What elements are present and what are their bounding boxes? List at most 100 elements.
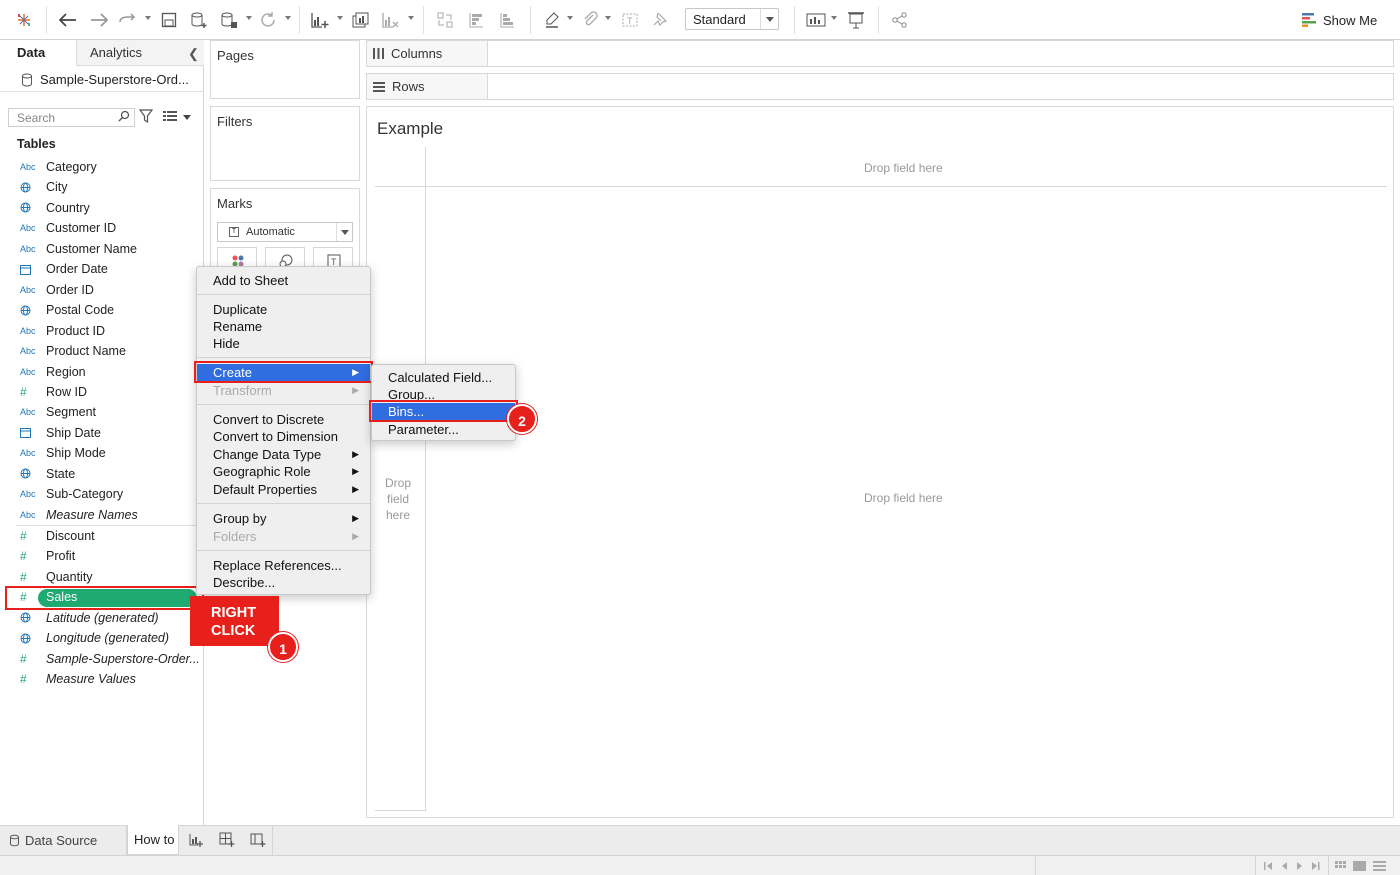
submenu-item-parameter[interactable]: Parameter... [372,421,515,438]
field-row-id[interactable]: # Row ID [0,382,203,402]
toolbar-separator [878,6,879,34]
chevron-down-icon[interactable] [408,16,414,20]
show-mark-labels-icon[interactable]: T [619,8,641,32]
tab-data[interactable]: Data [0,40,76,66]
field-discount[interactable]: # Discount [0,526,203,546]
chevron-down-icon[interactable] [246,16,252,20]
submenu-item-calculated-field[interactable]: Calculated Field... [372,369,515,386]
field-measure-names[interactable]: Abc Measure Names [0,505,203,525]
chevron-down-icon[interactable] [145,16,151,20]
drop-zone-columns[interactable]: Drop field here [864,161,943,175]
field-postal-code[interactable]: Postal Code [0,300,203,320]
field-city[interactable]: City [0,177,203,197]
sheet-title[interactable]: Example [377,119,443,139]
chevron-down-icon[interactable] [605,16,611,20]
filter-icon[interactable] [139,109,153,123]
mark-type-select[interactable]: T Automatic [217,222,353,242]
data-source-menu-icon[interactable] [218,8,240,32]
chevron-down-icon[interactable] [337,16,343,20]
field-product-name[interactable]: Abc Product Name [0,341,203,361]
tab-analytics[interactable]: Analytics [76,40,204,66]
field-product-id[interactable]: Abc Product ID [0,321,203,341]
menu-item-convert-to-discrete[interactable]: Convert to Discrete [197,411,370,428]
drop-zone-center[interactable]: Drop field here [864,491,943,505]
menu-item-replace-references[interactable]: Replace References... [197,557,370,574]
drop-zone-rows[interactable]: Drop field here [381,475,415,523]
menu-item-hide[interactable]: Hide [197,335,370,352]
duplicate-sheet-icon[interactable] [350,8,372,32]
field-latitude-generated[interactable]: Latitude (generated) [0,608,203,628]
undo-icon[interactable] [57,8,79,32]
field-longitude-generated[interactable]: Longitude (generated) [0,628,203,648]
sort-ascending-icon[interactable] [465,8,487,32]
field-state[interactable]: State [0,464,203,484]
field-profit[interactable]: # Profit [0,546,203,566]
show-cards-icon[interactable] [805,8,827,32]
tableau-logo-icon[interactable] [14,8,34,32]
menu-item-describe[interactable]: Describe... [197,574,370,591]
collapse-pane-icon[interactable]: ❮ [188,46,199,62]
search-input[interactable]: Search [8,108,135,127]
menu-item-change-data-type[interactable]: Change Data Type ▶ [197,446,370,463]
presentation-mode-icon[interactable] [845,8,867,32]
show-me-button[interactable]: Show Me [1302,11,1377,29]
menu-item-geographic-role[interactable]: Geographic Role ▶ [197,463,370,480]
field-customer-name[interactable]: Abc Customer Name [0,239,203,259]
worksheet-canvas[interactable]: Example Drop field here Drop field here … [366,106,1394,818]
pause-updates-icon[interactable] [117,8,139,32]
fit-select[interactable]: Standard [685,8,779,30]
new-story-icon[interactable] [250,832,266,848]
chevron-down-icon[interactable] [831,16,837,20]
datasource-row[interactable]: Sample-Superstore-Ord... [0,68,203,92]
field-ship-mode[interactable]: Abc Ship Mode [0,443,203,463]
chevron-down-icon[interactable] [183,115,191,120]
field-category[interactable]: Abc Category [0,157,203,177]
step-badge-2: 2 [507,404,537,434]
menu-item-add-to-sheet[interactable]: Add to Sheet [197,272,370,289]
field-segment[interactable]: Abc Segment [0,402,203,422]
chevron-down-icon[interactable] [285,16,291,20]
field-region[interactable]: Abc Region [0,362,203,382]
field-sub-category[interactable]: Abc Sub-Category [0,484,203,504]
field-order-id[interactable]: Abc Order ID [0,280,203,300]
columns-shelf[interactable]: Columns [366,40,1394,67]
menu-item-convert-to-dimension[interactable]: Convert to Dimension [197,428,370,445]
redo-icon[interactable] [88,8,110,32]
tab-data-source[interactable]: Data Source [0,826,127,855]
sheet-navigation-icon[interactable] [1264,861,1322,871]
menu-item-group-by[interactable]: Group by ▶ [197,510,370,527]
rows-shelf[interactable]: Rows [366,73,1394,100]
new-worksheet-icon[interactable] [188,832,204,848]
field-sales[interactable]: # Sales [0,587,203,607]
field-country[interactable]: Country [0,198,203,218]
tab-sheet[interactable]: How to [127,825,179,855]
field-customer-id[interactable]: Abc Customer ID [0,218,203,238]
new-data-source-icon[interactable] [188,8,210,32]
swap-rows-columns-icon[interactable] [434,8,456,32]
save-icon[interactable] [158,8,180,32]
menu-separator [197,404,370,405]
new-dashboard-icon[interactable] [219,832,235,848]
field-measure-values[interactable]: # Measure Values [0,669,203,689]
menu-item-rename[interactable]: Rename [197,318,370,335]
pin-axes-icon[interactable] [649,8,671,32]
field-ship-date[interactable]: Ship Date [0,423,203,443]
list-view-icon[interactable] [163,111,177,122]
highlight-icon[interactable] [541,8,563,32]
filters-card[interactable]: Filters [210,106,360,181]
bins-item-highlight [369,400,518,422]
menu-item-duplicate[interactable]: Duplicate [197,301,370,318]
field-order-date[interactable]: Order Date [0,259,203,279]
field-sample-superstore-order[interactable]: # Sample-Superstore-Order... [0,649,203,669]
chevron-down-icon[interactable] [567,16,573,20]
group-members-icon[interactable] [579,8,601,32]
clear-sheet-icon[interactable] [380,8,402,32]
view-mode-icon[interactable] [1335,861,1391,872]
share-icon[interactable] [889,8,911,32]
pages-card[interactable]: Pages [210,40,360,99]
new-worksheet-icon[interactable] [309,8,331,32]
sort-descending-icon[interactable] [496,8,518,32]
field-quantity[interactable]: # Quantity [0,567,203,587]
refresh-icon[interactable] [257,8,279,32]
menu-item-default-properties[interactable]: Default Properties ▶ [197,481,370,498]
